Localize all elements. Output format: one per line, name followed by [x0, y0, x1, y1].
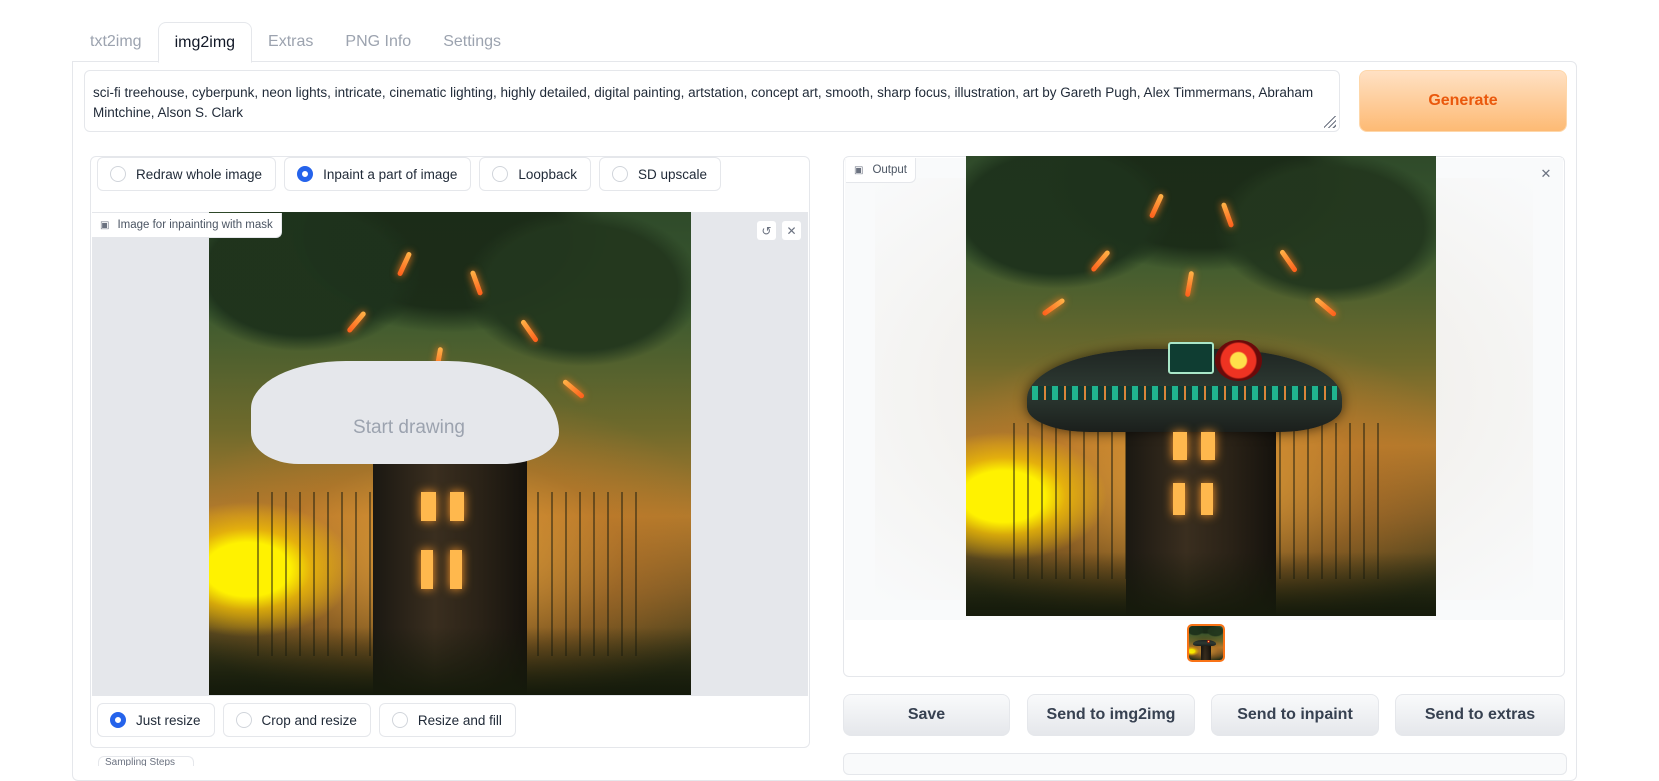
tab-settings[interactable]: Settings: [427, 22, 517, 61]
image-input-label: ▣ Image for inpainting with mask: [92, 213, 282, 238]
radio-loopback[interactable]: Loopback: [479, 157, 591, 191]
radio-inpaint-part[interactable]: Inpaint a part of image: [284, 157, 472, 191]
tab-png-info[interactable]: PNG Info: [329, 22, 427, 61]
divider: [92, 695, 808, 696]
send-to-extras-button[interactable]: Send to extras: [1395, 694, 1565, 736]
resize-radio-group: Just resize Crop and resize Resize and f…: [97, 703, 516, 737]
radio-label: Inpaint a part of image: [323, 166, 458, 182]
radio-label: Just resize: [136, 712, 201, 728]
radio-resize-and-fill[interactable]: Resize and fill: [378, 703, 516, 737]
image-icon: ▣: [100, 219, 110, 231]
generation-info-box: [843, 753, 1567, 775]
radio-label: SD upscale: [637, 166, 708, 182]
canvas-toolbar: ↺ ✕: [757, 221, 801, 240]
radio-label: Loopback: [518, 166, 577, 182]
radio-dot-icon: [235, 712, 252, 728]
radio-dot-icon: [297, 166, 314, 182]
radio-redraw-whole-image[interactable]: Redraw whole image: [97, 157, 277, 191]
send-to-inpaint-button[interactable]: Send to inpaint: [1211, 694, 1379, 736]
radio-dot-icon: [110, 166, 126, 182]
generate-button[interactable]: Generate: [1359, 70, 1567, 132]
radio-sd-upscale[interactable]: SD upscale: [598, 157, 722, 191]
output-label: ▣ Output: [846, 158, 916, 183]
radio-dot-icon: [110, 712, 126, 728]
inpaint-mask: Start drawing: [251, 361, 559, 464]
prompt-textarea[interactable]: sci-fi treehouse, cyberpunk, neon lights…: [84, 70, 1340, 132]
save-button[interactable]: Save: [843, 694, 1010, 736]
tab-img2img[interactable]: img2img: [157, 22, 253, 63]
radio-label: Redraw whole image: [136, 166, 263, 182]
sampling-steps-label: Sampling Steps: [98, 756, 194, 766]
resize-grip-icon[interactable]: [1324, 116, 1336, 128]
output-image[interactable]: [966, 156, 1436, 616]
tab-bar: txt2img img2img Extras PNG Info Settings: [74, 22, 517, 63]
radio-label: Crop and resize: [261, 712, 357, 728]
undo-icon[interactable]: ↺: [757, 221, 776, 240]
radio-label: Resize and fill: [417, 712, 502, 728]
radio-dot-icon: [492, 166, 509, 182]
close-icon[interactable]: ✕: [782, 221, 801, 240]
send-to-img2img-button[interactable]: Send to img2img: [1027, 694, 1195, 736]
output-thumbnail[interactable]: [1187, 624, 1225, 662]
image-icon: ▣: [854, 164, 864, 176]
radio-just-resize[interactable]: Just resize: [97, 703, 215, 737]
start-drawing-placeholder: Start drawing: [353, 416, 465, 438]
prompt-text: sci-fi treehouse, cyberpunk, neon lights…: [93, 85, 1314, 120]
tab-extras[interactable]: Extras: [252, 22, 329, 61]
mode-radio-group: Redraw whole image Inpaint a part of ima…: [97, 157, 722, 191]
close-icon[interactable]: ✕: [1538, 166, 1554, 182]
tab-txt2img[interactable]: txt2img: [74, 22, 158, 61]
radio-crop-and-resize[interactable]: Crop and resize: [222, 703, 371, 737]
radio-dot-icon: [611, 166, 628, 182]
radio-dot-icon: [391, 712, 408, 728]
